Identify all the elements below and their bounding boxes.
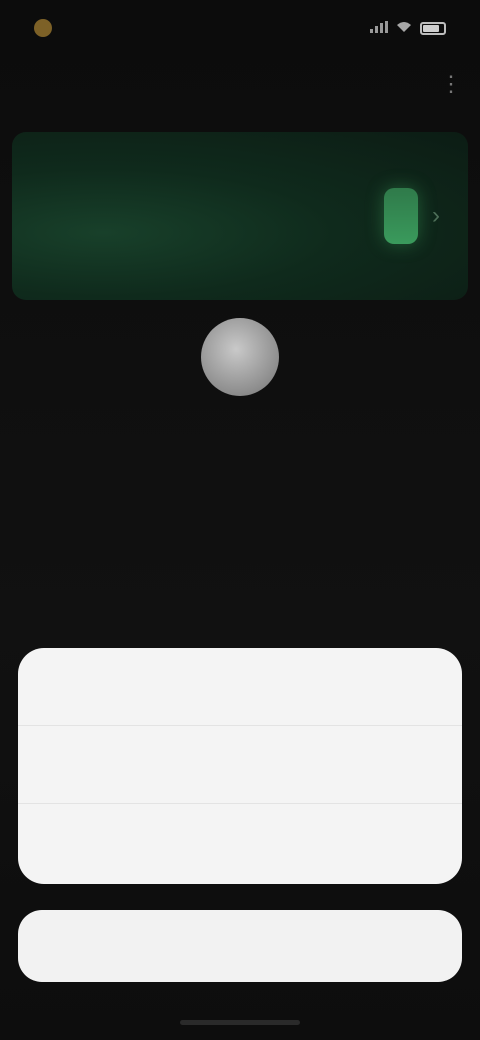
banner-action[interactable]: › xyxy=(384,188,440,244)
home-indicator xyxy=(180,1020,300,1025)
chevron-right-icon: › xyxy=(432,202,440,229)
cancel-button[interactable] xyxy=(18,910,462,982)
avatar xyxy=(201,318,279,396)
header: ⋮ xyxy=(22,64,462,104)
signal-icon xyxy=(370,20,388,36)
wifi-icon xyxy=(396,21,412,36)
promo-banner[interactable]: › xyxy=(12,132,468,300)
status-left xyxy=(34,19,62,37)
action-sheet xyxy=(18,648,462,884)
action-sheet-option-2[interactable] xyxy=(18,726,462,804)
action-sheet-option-1[interactable] xyxy=(18,648,462,726)
action-sheet-option-3[interactable] xyxy=(18,804,462,882)
battery-icon xyxy=(420,21,446,35)
more-icon[interactable]: ⋮ xyxy=(440,73,462,95)
empty-state xyxy=(0,318,480,468)
banner-badge xyxy=(384,188,418,244)
status-bar xyxy=(0,0,480,56)
status-right xyxy=(362,20,446,36)
app-screen: ⋮ › xyxy=(0,0,480,1040)
app-indicator-icon xyxy=(34,19,52,37)
